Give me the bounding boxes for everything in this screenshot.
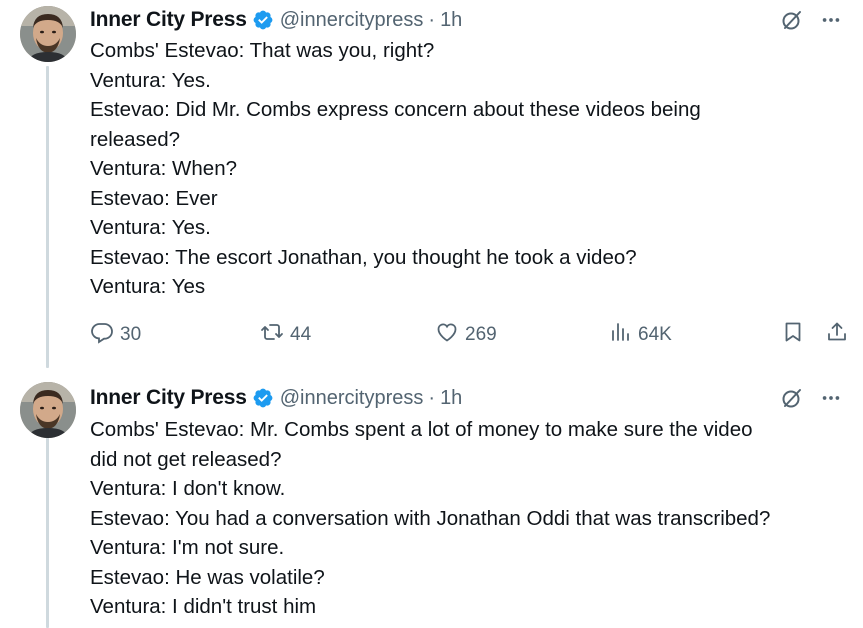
tweet-text-line: Estevao: He was volatile? (90, 565, 325, 589)
tweet-header: Inner City Press @innercitypress · 1h (90, 384, 843, 412)
separator-dot: · (428, 8, 436, 31)
thread-connector-line (46, 428, 49, 628)
display-name[interactable]: Inner City Press (90, 386, 247, 410)
share-button[interactable] (825, 320, 849, 350)
timestamp[interactable]: 1h (440, 387, 462, 410)
more-icon[interactable] (819, 8, 843, 32)
tweet-text-line: Estevao: You had a conversation with Jon… (90, 506, 771, 530)
reply-icon (90, 320, 114, 350)
timestamp[interactable]: 1h (440, 9, 462, 32)
tweet[interactable]: Inner City Press @innercitypress · 1h Co… (0, 368, 863, 628)
reply-button[interactable]: 30 (90, 320, 141, 350)
action-bar: 30 44 269 64K (90, 318, 849, 352)
bookmark-icon (781, 320, 805, 350)
tweet-text-line: Ventura: When? (90, 157, 238, 180)
display-name[interactable]: Inner City Press (90, 8, 247, 32)
like-count: 269 (465, 324, 497, 345)
thread-connector-line (46, 66, 49, 368)
tweet-text-line: Estevao: Did Mr. Combs express concern a… (90, 98, 701, 121)
avatar[interactable] (20, 6, 76, 62)
tweet-text-line: Estevao: The escort Jonathan, you though… (90, 245, 637, 269)
tweet-text-line: Ventura: I didn't trust him (90, 595, 317, 618)
tweet-text-line: Ventura: Yes (90, 275, 206, 298)
tweet-header: Inner City Press @innercitypress · 1h (90, 6, 843, 34)
grok-icon[interactable] (779, 7, 805, 33)
repost-icon (260, 320, 284, 350)
avatar[interactable] (20, 382, 76, 438)
tweet-text-line: Combs' Estevao: That was you, right? (90, 39, 435, 62)
grok-icon[interactable] (779, 385, 805, 411)
bookmark-button[interactable] (781, 320, 805, 350)
verified-badge-icon[interactable] (252, 387, 274, 409)
separator-dot: · (428, 386, 436, 409)
handle[interactable]: @innercitypress (280, 387, 424, 410)
repost-count: 44 (290, 324, 312, 345)
views-count: 64K (638, 324, 672, 345)
reply-count: 30 (120, 324, 142, 345)
tweet-text-line: Ventura: Yes. (90, 68, 211, 92)
tweet-text-line: did not get released? (90, 447, 282, 471)
tweet-text-line: released? (90, 127, 181, 151)
tweet-text-line: Combs' Estevao: Mr. Combs spent a lot of… (90, 418, 753, 441)
share-icon (825, 320, 849, 350)
tweet-text-line: Ventura: Yes. (90, 216, 211, 239)
tweet-text-line: Ventura: I'm not sure. (90, 536, 285, 559)
heart-icon (435, 320, 459, 350)
like-button[interactable]: 269 (435, 320, 497, 350)
tweet-text: Combs' Estevao: Mr. Combs spent a lot of… (90, 415, 843, 622)
handle[interactable]: @innercitypress (280, 9, 424, 32)
tweet-text: Combs' Estevao: That was you, right? Ven… (90, 36, 843, 302)
views-button[interactable]: 64K (608, 320, 672, 350)
more-icon[interactable] (819, 386, 843, 410)
tweet[interactable]: Inner City Press @innercitypress · 1h Co… (0, 0, 863, 368)
tweet-text-line: Ventura: I don't know. (90, 477, 286, 500)
tweet-text-line: Estevao: Ever (90, 186, 218, 210)
repost-button[interactable]: 44 (260, 320, 311, 350)
verified-badge-icon[interactable] (252, 9, 274, 31)
views-icon (608, 320, 632, 350)
